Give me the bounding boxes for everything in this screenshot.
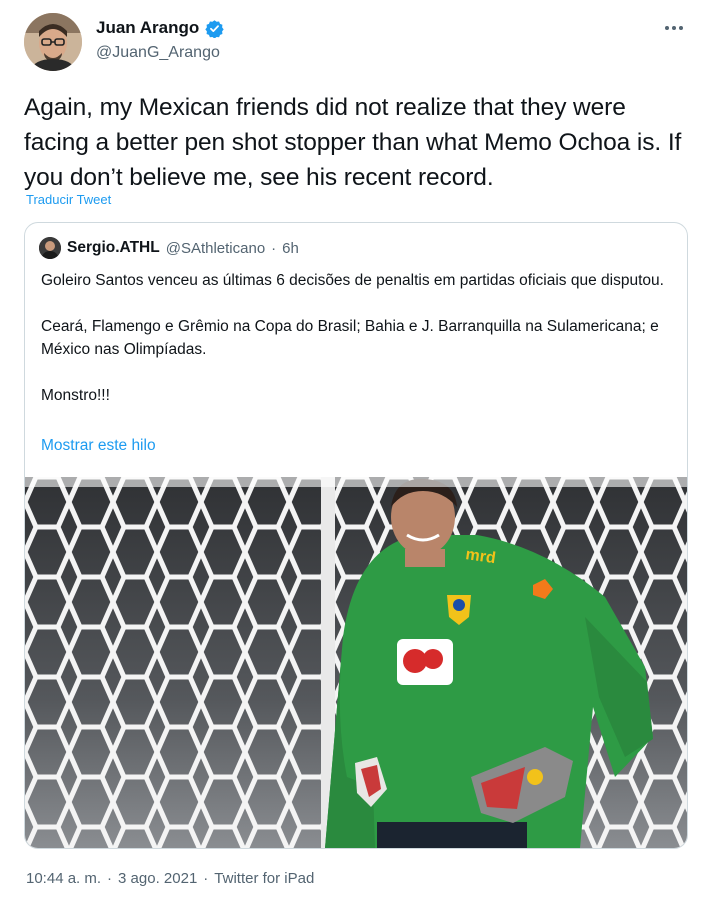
verified-badge-icon [205,19,224,39]
author-avatar[interactable] [24,13,82,71]
quoted-paragraph: Monstro!!! [41,387,110,404]
quoted-separator: · [271,239,277,257]
tweet-date[interactable]: 3 ago. 2021 [118,870,197,887]
more-options-icon[interactable] [662,18,686,38]
tweet: Juan Arango @JuanG_Arango Again, my Mexi… [0,0,713,900]
tweet-metadata: 10:44 a. m. · 3 ago. 2021 · Twitter for … [26,870,314,887]
meta-separator: · [107,870,113,887]
quoted-avatar [39,237,61,259]
show-thread-link[interactable]: Mostrar este hilo [41,437,156,455]
quoted-paragraph: Ceará, Flamengo e Grêmio na Copa do Bras… [41,318,659,358]
translate-tweet-link[interactable]: Traducir Tweet [26,192,111,207]
quoted-author-name: Sergio.ATHL [67,239,160,256]
tweet-text: Again, my Mexican friends did not realiz… [24,94,682,191]
tweet-client[interactable]: Twitter for iPad [214,870,314,887]
quoted-author-handle: @SAthleticano [165,239,266,257]
author-name[interactable]: Juan Arango [96,18,199,38]
quoted-paragraph: Goleiro Santos venceu as últimas 6 decis… [41,272,664,289]
tweet-time[interactable]: 10:44 a. m. [26,870,101,887]
meta-separator: · [203,870,209,887]
quoted-text: Goleiro Santos venceu as últimas 6 decis… [41,269,677,407]
quoted-photo[interactable]: mrd [25,477,687,848]
author-name-row: Juan Arango [96,18,224,39]
quoted-tweet[interactable]: Sergio.ATHL @SAthleticano · 6h Goleiro S… [24,222,688,849]
author-handle[interactable]: @JuanG_Arango [96,44,220,62]
quoted-header: Sergio.ATHL @SAthleticano · 6h [39,237,299,259]
quoted-time: 6h [282,239,299,257]
